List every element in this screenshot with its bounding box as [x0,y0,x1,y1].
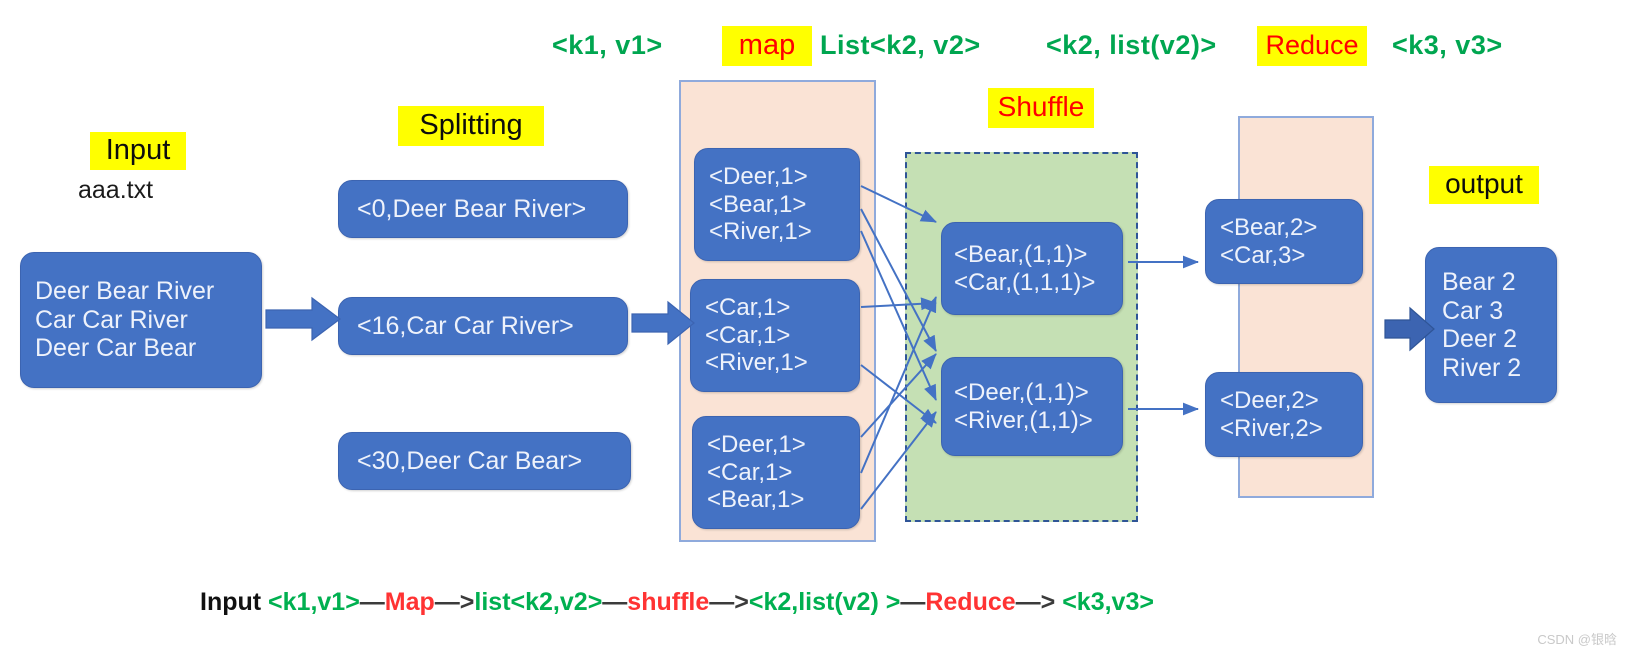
caption-part-input: Input [200,588,269,616]
header-reduce-label: Reduce [1257,26,1367,66]
stage-label-input: Input [90,132,186,170]
reduce-box: <Deer,2> <River,2> [1205,372,1363,457]
caption-part-k1v1: <k1,v1> [268,588,360,616]
caption-part-list: list<k2,v2> [474,588,603,616]
caption-dash-2: — [602,588,628,616]
caption-part-reduce: Reduce [925,588,1016,616]
reduce-line: <Deer,2> [1220,387,1319,415]
shuffle-line: <Deer,(1,1)> [954,379,1089,407]
caption-dash-1: — [359,588,385,616]
output-line: Bear 2 [1442,268,1516,296]
output-line: River 2 [1442,353,1522,382]
caption-arrow-1: —> [434,588,475,616]
caption-part-k3v3: <k3,v3> [1062,588,1154,616]
mapping-line: <Deer,1> [707,431,806,459]
shuffle-line: <River,(1,1)> [954,406,1093,434]
reduce-line: <River,2> [1220,414,1323,442]
watermark: CSDN @银晗 [1537,632,1617,647]
caption-arrow-3: —> [1015,588,1063,616]
input-line: Deer Bear River [35,277,215,306]
stage-label-splitting: Splitting [398,106,544,146]
shuffle-box: <Deer,(1,1)> <River,(1,1)> [941,357,1123,456]
bottom-caption: Input <k1,v1>—Map—>list<k2,v2>—shuffle—>… [200,588,1154,617]
splitting-box-text: <16,Car Car River> [357,311,574,340]
reduce-box: <Bear,2> <Car,3> [1205,199,1363,284]
splitting-box: <0,Deer Bear River> [338,180,628,238]
mapping-box: <Deer,1> <Car,1> <Bear,1> [692,416,860,529]
input-box: Deer Bear River Car Car River Deer Car B… [20,252,262,388]
mapping-line: <Car,1> [705,321,791,349]
mapping-box: <Deer,1> <Bear,1> <River,1> [694,148,860,261]
output-line: Deer 2 [1442,325,1518,353]
mapping-line: <River,1> [705,349,808,377]
input-line: Deer Car Bear [35,334,197,363]
block-arrow-input-to-split [265,296,341,342]
mapping-line: <River,1> [709,218,812,246]
header-k2-list-v2: <k2, list(v2)> [1046,30,1217,60]
mapreduce-diagram: <k1, v1> map List<k2, v2> <k2, list(v2)>… [0,0,1631,656]
shuffle-line: <Car,(1,1,1)> [954,268,1096,296]
mapping-line: <Car,1> [707,458,793,486]
caption-part-k2list: <k2,list(v2) > [748,588,901,616]
header-map-label: map [722,26,812,66]
header-k3-v3: <k3, v3> [1392,30,1503,60]
mapping-box: <Car,1> <Car,1> <River,1> [690,279,860,392]
shuffle-box: <Bear,(1,1)> <Car,(1,1,1)> [941,222,1123,315]
caption-part-map: Map [384,588,435,616]
mapping-line: <Car,1> [705,294,791,322]
header-list-k2-v2: List<k2, v2> [820,30,981,60]
splitting-box: <30,Deer Car Bear> [338,432,631,490]
caption-arrow-2: —> [709,588,749,616]
input-file-name: aaa.txt [78,176,154,204]
shuffle-panel [905,152,1138,522]
splitting-box-text: <0,Deer Bear River> [357,194,587,223]
mapping-line: <Bear,1> [709,190,807,218]
splitting-box: <16,Car Car River> [338,297,628,355]
input-line: Car Car River [35,305,188,334]
splitting-box-text: <30,Deer Car Bear> [357,446,583,475]
output-line: Car 3 [1442,296,1504,325]
reduce-line: <Car,3> [1220,241,1306,269]
mapping-line: <Deer,1> [709,163,808,191]
reduce-line: <Bear,2> [1220,214,1318,242]
shuffle-line: <Bear,(1,1)> [954,241,1088,269]
caption-part-shuffle: shuffle [627,588,710,616]
output-box: Bear 2 Car 3 Deer 2 River 2 [1425,247,1557,403]
caption-dash-3: — [900,588,926,616]
header-k1-v1: <k1, v1> [552,30,663,60]
mapping-line: <Bear,1> [707,486,805,514]
stage-label-output: output [1429,166,1539,204]
stage-label-shuffle: Shuffle [988,88,1094,128]
